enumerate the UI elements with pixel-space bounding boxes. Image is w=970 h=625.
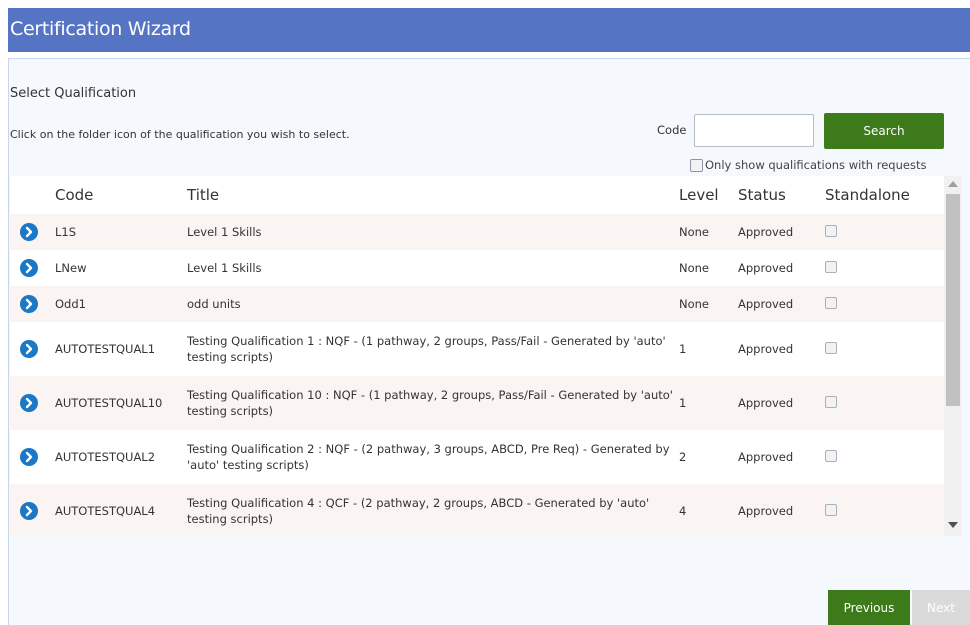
scrollbar-thumb[interactable] [946,194,960,406]
table-row[interactable]: AUTOTESTQUAL2 Testing Qualification 2 : … [10,430,944,484]
search-button[interactable]: Search [824,113,944,149]
column-header-title[interactable]: Title [187,186,219,204]
column-header-status[interactable]: Status [738,186,786,204]
row-standalone-checkbox [825,342,837,354]
next-button[interactable]: Next [912,590,970,625]
row-title: Testing Qualification 10 : NQF - (1 path… [187,388,673,418]
circle-chevron-right-icon[interactable] [20,394,38,412]
title-bar: Certification Wizard [8,8,970,52]
circle-chevron-right-icon[interactable] [20,502,38,520]
code-label: Code [657,123,687,137]
table-row[interactable]: AUTOTESTQUAL4 Testing Qualification 4 : … [10,484,944,536]
row-status: Approved [738,450,794,464]
row-code: AUTOTESTQUAL4 [55,504,156,518]
row-code: AUTOTESTQUAL1 [55,342,156,356]
circle-chevron-right-icon[interactable] [20,223,38,241]
row-level: None [679,297,710,311]
table-scrollbar[interactable] [944,176,962,536]
table-row[interactable]: LNew Level 1 Skills None Approved [10,250,944,286]
row-title: Level 1 Skills [187,261,262,275]
row-level: None [679,225,710,239]
table-row[interactable]: Odd1 odd units None Approved [10,286,944,322]
row-status: Approved [738,225,794,239]
circle-chevron-right-icon[interactable] [20,340,38,358]
column-header-level[interactable]: Level [679,186,719,204]
row-level: 2 [679,450,687,464]
table-header: Code Title Level Status Standalone [10,176,944,214]
column-header-standalone[interactable]: Standalone [825,186,910,204]
column-header-code[interactable]: Code [55,186,93,204]
circle-chevron-right-icon[interactable] [20,259,38,277]
row-standalone-checkbox [825,225,837,237]
table-row[interactable]: L1S Level 1 Skills None Approved [10,214,944,250]
table-row[interactable]: AUTOTESTQUAL10 Testing Qualification 10 … [10,376,944,430]
code-search-input[interactable] [694,114,814,147]
row-level: 4 [679,504,687,518]
instruction-text: Click on the folder icon of the qualific… [10,128,350,141]
row-code: AUTOTESTQUAL2 [55,450,156,464]
row-title: Testing Qualification 1 : NQF - (1 pathw… [187,334,666,364]
table-row[interactable]: AUTOTESTQUAL1 Testing Qualification 1 : … [10,322,944,376]
row-status: Approved [738,342,794,356]
row-standalone-checkbox [825,261,837,273]
row-status: Approved [738,396,794,410]
row-standalone-checkbox [825,297,837,309]
circle-chevron-right-icon[interactable] [20,295,38,313]
row-title: Level 1 Skills [187,225,262,239]
row-status: Approved [738,504,794,518]
row-status: Approved [738,297,794,311]
requests-filter[interactable]: Only show qualifications with requests [690,158,926,172]
circle-chevron-right-icon[interactable] [20,448,38,466]
row-standalone-checkbox [825,504,837,516]
window-title: Certification Wizard [10,18,191,40]
qualification-table: Code Title Level Status Standalone L1S L… [10,176,944,536]
row-title: Testing Qualification 2 : NQF - (2 pathw… [187,442,670,472]
row-code: L1S [55,225,77,239]
row-status: Approved [738,261,794,275]
row-level: 1 [679,342,687,356]
row-code: LNew [55,261,87,275]
row-standalone-checkbox [825,396,837,408]
row-standalone-checkbox [825,450,837,462]
section-title: Select Qualification [10,86,137,101]
requests-filter-checkbox[interactable] [690,158,703,172]
row-level: None [679,261,710,275]
scroll-up-arrow-icon[interactable] [948,181,958,187]
table-body: L1S Level 1 Skills None Approved LNew Le… [10,214,944,536]
row-level: 1 [679,396,687,410]
previous-button[interactable]: Previous [828,590,910,625]
requests-filter-label: Only show qualifications with requests [705,158,927,172]
row-code: Odd1 [55,297,86,311]
row-code: AUTOTESTQUAL10 [55,396,163,410]
row-title: Testing Qualification 4 : QCF - (2 pathw… [187,496,650,526]
row-title: odd units [187,297,241,311]
scroll-down-arrow-icon[interactable] [948,522,958,528]
